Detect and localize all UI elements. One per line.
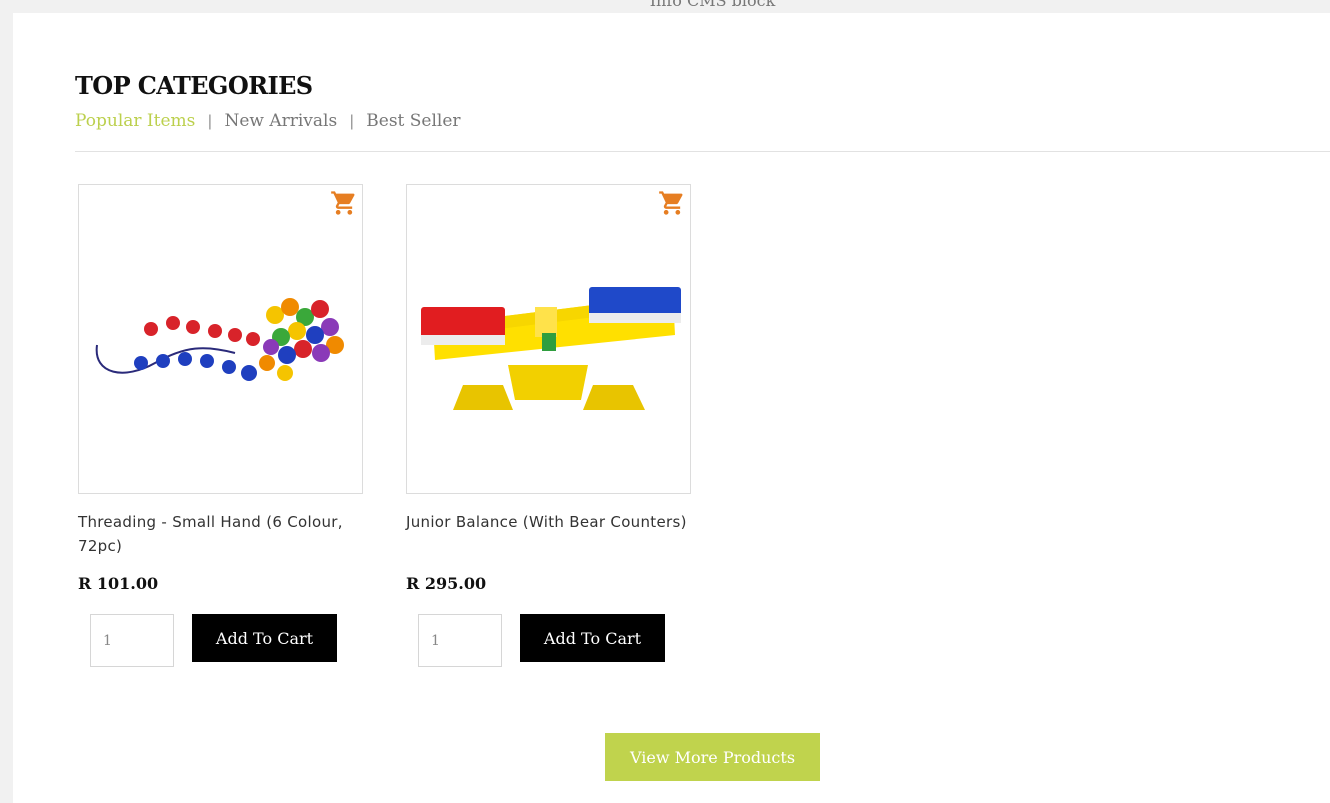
tab-separator: | (349, 112, 355, 130)
junior-balance-image (421, 287, 681, 410)
quantity-input[interactable] (418, 614, 502, 667)
product-section: TOP CATEGORIES Popular Items | New Arrival… (13, 13, 1330, 803)
product-price: R 101.00 (78, 574, 159, 593)
product-title[interactable]: Junior Balance (With Bear Counters) (406, 510, 696, 534)
section-heading: TOP CATEGORIES (75, 71, 313, 100)
product-card: Junior Balance (With Bear Counters) R 29… (406, 184, 706, 667)
add-to-cart-button[interactable]: Add To Cart (192, 614, 337, 662)
product-image-frame[interactable] (78, 184, 363, 494)
cms-block-note: Info CMS block (649, 0, 776, 10)
threading-hands-image (95, 298, 344, 381)
tab-popular-items[interactable]: Popular Items (75, 111, 195, 131)
quantity-input[interactable] (90, 614, 174, 667)
view-more-products-button[interactable]: View More Products (605, 733, 820, 781)
section-divider (75, 151, 1330, 152)
tab-separator: | (207, 112, 213, 130)
tab-best-seller[interactable]: Best Seller (366, 111, 460, 131)
product-title[interactable]: Threading - Small Hand (6 Colour, 72pc) (78, 510, 368, 558)
shopping-cart-icon[interactable] (658, 189, 686, 217)
product-card: Threading - Small Hand (6 Colour, 72pc) … (78, 184, 378, 667)
product-image-frame[interactable] (406, 184, 691, 494)
shopping-cart-icon[interactable] (330, 189, 358, 217)
add-to-cart-button[interactable]: Add To Cart (520, 614, 665, 662)
tab-new-arrivals[interactable]: New Arrivals (224, 111, 337, 131)
category-tabs: Popular Items | New Arrivals | Best Seller (75, 111, 461, 131)
product-price: R 295.00 (406, 574, 487, 593)
